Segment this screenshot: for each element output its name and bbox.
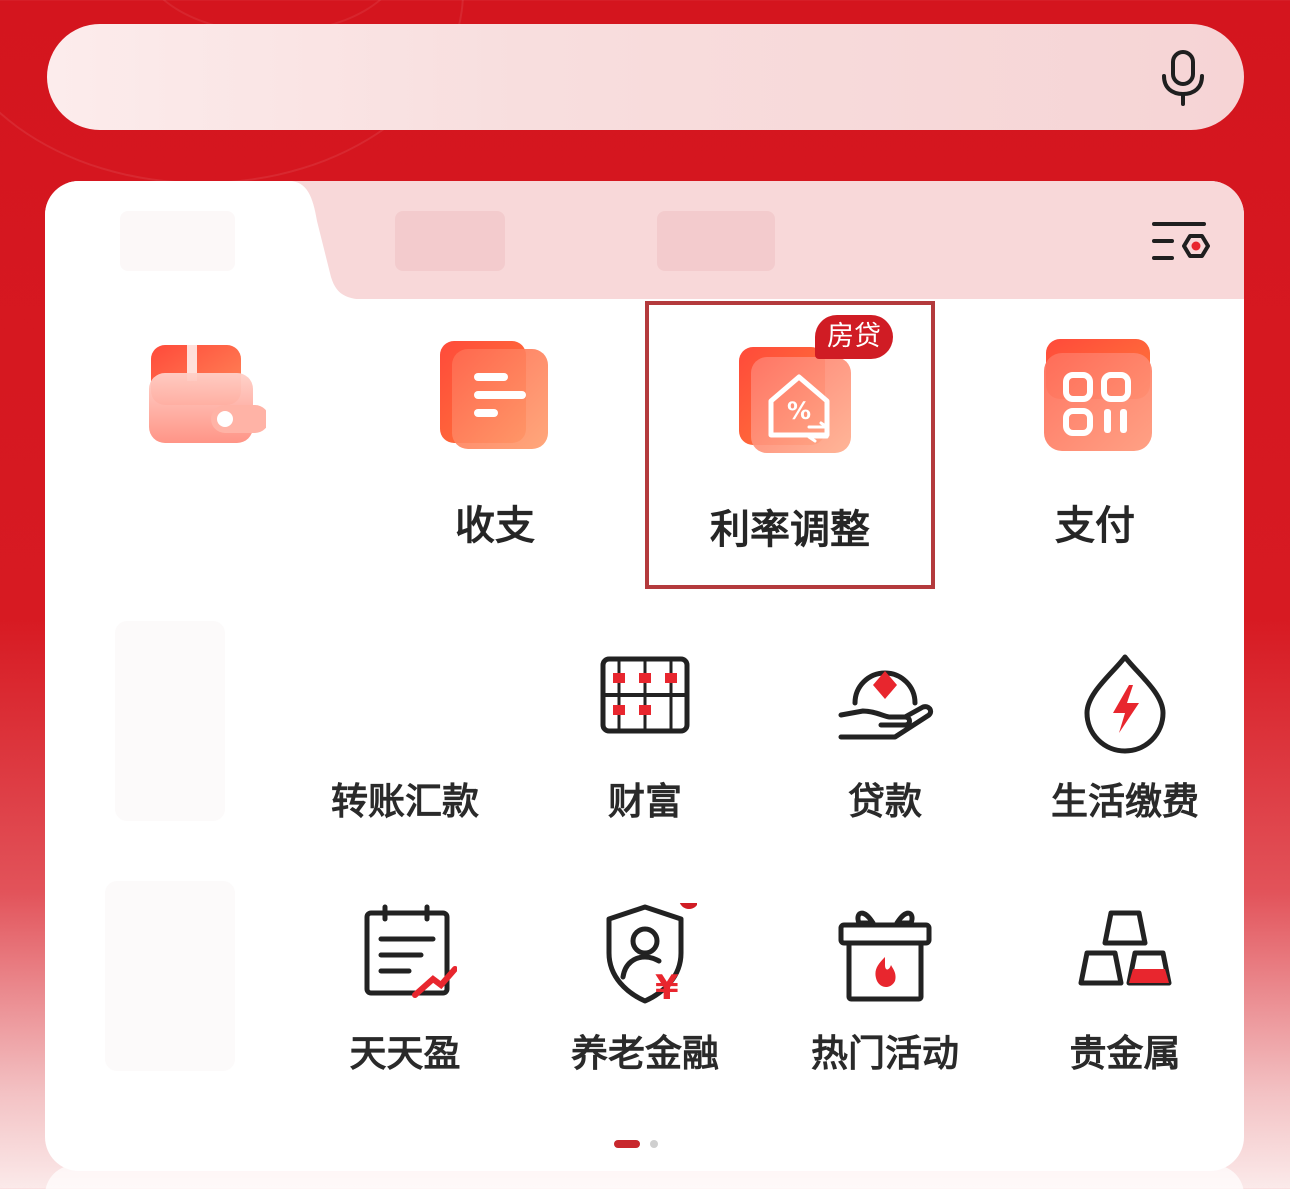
grid-item-pension[interactable]: ¥ 养老金融 — [535, 903, 755, 1093]
badge-mortgage: 房贷 — [815, 315, 893, 359]
feature-payment[interactable]: 支付 — [950, 301, 1240, 589]
tab-2[interactable] — [657, 211, 775, 271]
grid-item-wealth[interactable]: 财富 — [535, 651, 755, 841]
grid-item-precious-metals[interactable]: 贵金属 — [1015, 903, 1235, 1093]
wallet-icon — [149, 345, 266, 443]
grid-label: 养老金融 — [571, 1032, 719, 1075]
search-input[interactable] — [87, 24, 1151, 132]
svg-text:¥: ¥ — [655, 968, 679, 1007]
ledger-icon — [440, 341, 548, 449]
pension-shield-icon: ¥ — [606, 903, 697, 1007]
abacus-icon — [600, 656, 690, 734]
grid-label: 生活缴费 — [1051, 780, 1199, 823]
gift-box-icon — [838, 910, 932, 1002]
feature-label: 利率调整 — [710, 507, 870, 553]
tab-1[interactable] — [395, 211, 505, 271]
grid-label: 贵金属 — [1069, 1032, 1181, 1075]
placeholder-block — [115, 621, 225, 821]
main-card: 收支 % 房贷 利率调整 支付 转账汇款 财富 贷款 生活缴费 天天盈 ¥ 养老… — [45, 181, 1244, 1171]
placeholder-block — [105, 881, 235, 1071]
tab-0[interactable] — [120, 211, 235, 271]
utility-drop-icon — [1084, 654, 1166, 754]
svg-text:%: % — [787, 397, 811, 425]
gold-bars-icon — [1078, 910, 1172, 986]
feature-rate-adjustment[interactable]: % 房贷 利率调整 — [645, 301, 935, 589]
microphone-icon[interactable] — [1152, 46, 1214, 108]
grid-item-utilities[interactable]: 生活缴费 — [1015, 651, 1235, 841]
grid-label: 财富 — [608, 780, 682, 823]
customize-menu-icon[interactable] — [1150, 216, 1210, 266]
calendar-growth-icon — [364, 904, 457, 998]
feature-label: 支付 — [1055, 503, 1135, 549]
page-indicator-active — [614, 1140, 640, 1148]
feature-label: 收支 — [455, 503, 535, 549]
grid-item-transfer[interactable]: 转账汇款 — [295, 651, 515, 841]
loan-hand-icon — [838, 670, 934, 740]
search-bar[interactable] — [47, 24, 1244, 132]
grid-label: 转账汇款 — [331, 780, 479, 823]
grid-item-loan[interactable]: 贷款 — [775, 651, 995, 841]
grid-item-hot-activities[interactable]: 热门活动 — [775, 903, 995, 1093]
page-indicator — [650, 1140, 658, 1148]
grid-label: 热门活动 — [811, 1032, 959, 1075]
grid-item-tiantianying[interactable]: 天天盈 — [295, 903, 515, 1093]
grid-label: 天天盈 — [349, 1032, 461, 1075]
grid-label: 贷款 — [848, 780, 922, 823]
feature-income-expense[interactable]: 收支 — [350, 301, 640, 589]
feature-account[interactable] — [55, 301, 345, 589]
qr-payment-icon — [1044, 339, 1152, 451]
next-card — [45, 1165, 1244, 1189]
